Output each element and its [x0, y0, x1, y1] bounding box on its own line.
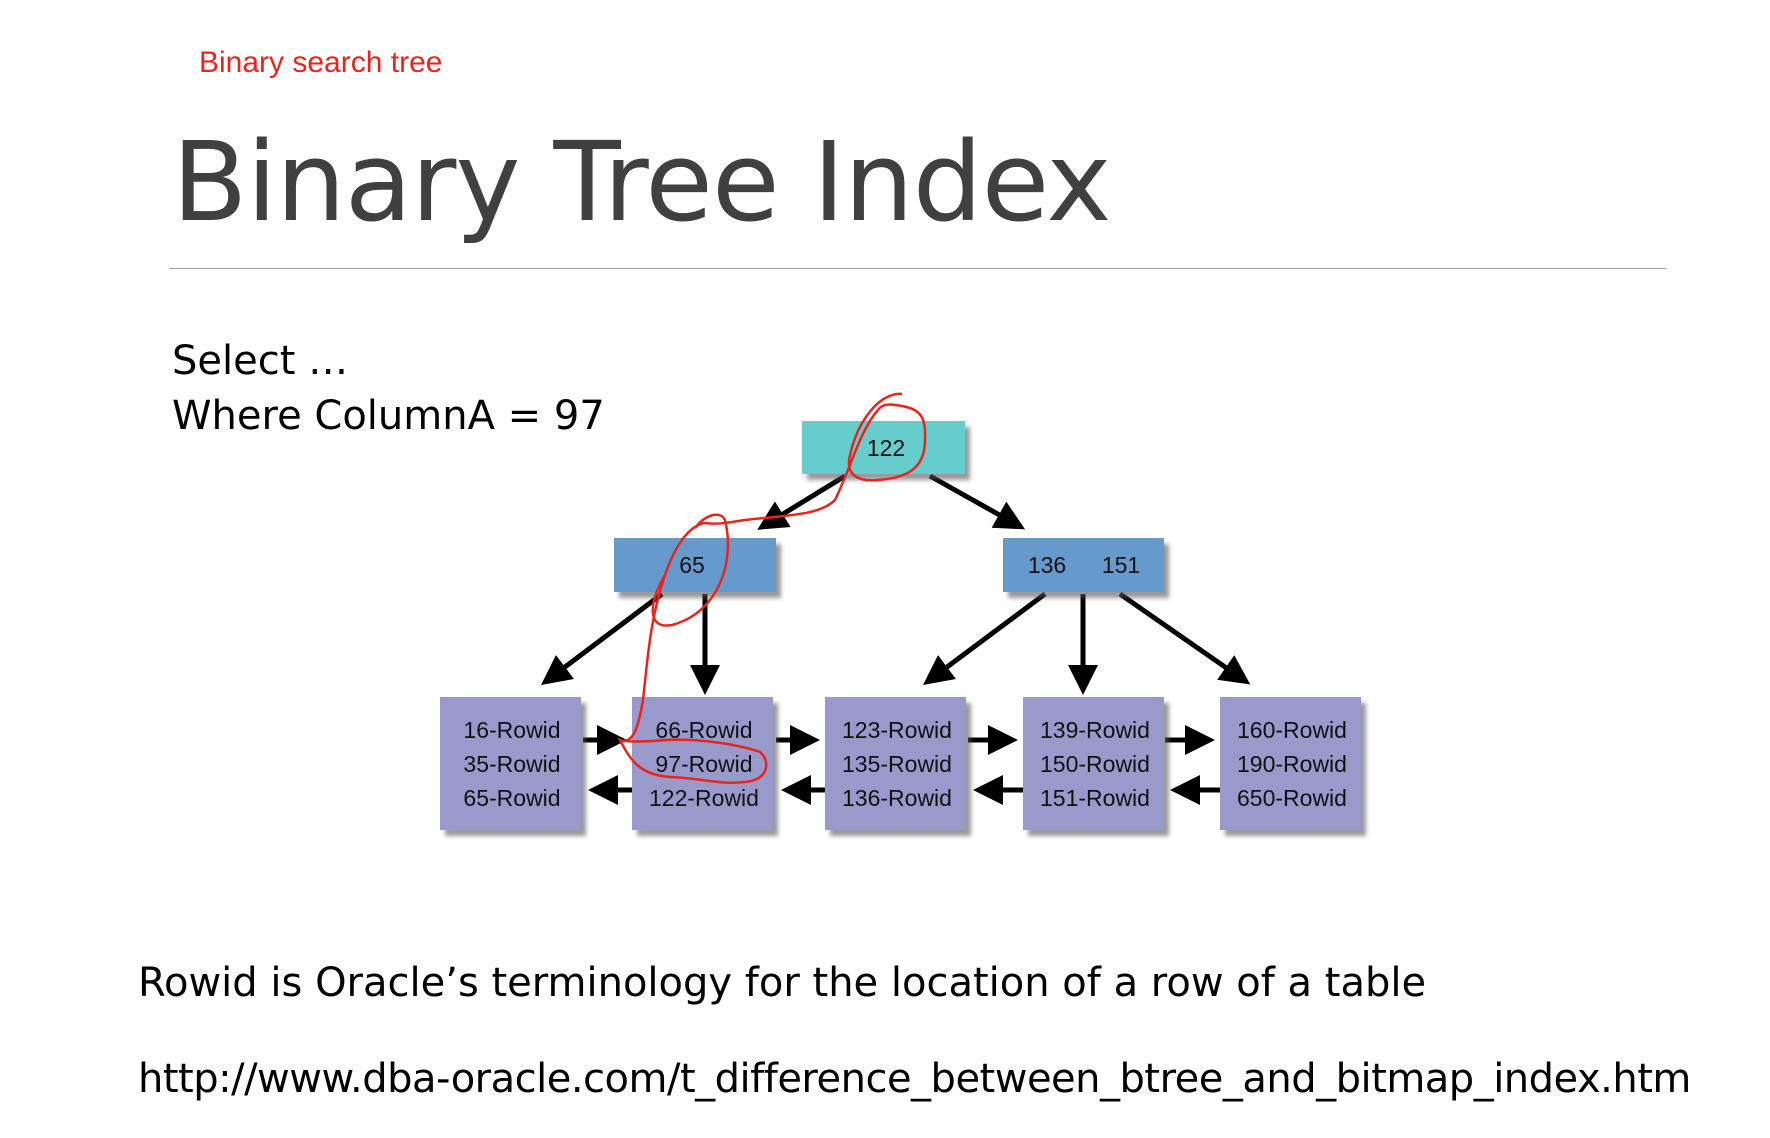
leaf-entry: 97-Rowid: [655, 751, 752, 777]
leaf-entry: 160-Rowid: [1237, 717, 1347, 743]
leaf-node: 16-Rowid 35-Rowid 65-Rowid: [440, 697, 581, 830]
leaf-entry: 650-Rowid: [1237, 785, 1347, 811]
rowid-note: Rowid is Oracle’s terminology for the lo…: [138, 960, 1427, 1006]
branch-node-right: 136 151: [1003, 538, 1164, 592]
leaf-node: 66-Rowid97-Rowid122-Rowid: [632, 697, 773, 830]
branch-key: 136: [1028, 552, 1066, 578]
branch-node-left: 65: [614, 538, 776, 592]
leaf-entry: 151-Rowid: [1040, 785, 1150, 811]
leaf-entry: 135-Rowid: [842, 751, 952, 777]
leaf-entry: 150-Rowid: [1040, 751, 1150, 777]
root-key: 122: [867, 435, 905, 461]
root-node: 122: [802, 421, 965, 474]
source-link[interactable]: http://www.dba-oracle.com/t_difference_b…: [138, 1056, 1691, 1102]
leaf-entry: 123-Rowid: [842, 717, 952, 743]
leaf-node: 123-Rowid 135-Rowid 136-Rowid: [825, 697, 966, 830]
leaf-entry: 122-Rowid: [649, 785, 759, 811]
leaf-entry: 16-Rowid: [463, 717, 560, 743]
leaf-entry: 136-Rowid: [842, 785, 952, 811]
leaf-entry: 65-Rowid: [463, 785, 560, 811]
leaf-entry: 190-Rowid: [1237, 751, 1347, 777]
leaf-node: 139-Rowid 150-Rowid 151-Rowid: [1023, 697, 1164, 830]
leaf-node: 160-Rowid 190-Rowid 650-Rowid: [1220, 697, 1361, 830]
branch-key: 151: [1102, 552, 1140, 578]
branch-key: 65: [679, 552, 705, 578]
leaf-entry: 35-Rowid: [463, 751, 560, 777]
leaf-entry: 139-Rowid: [1040, 717, 1150, 743]
